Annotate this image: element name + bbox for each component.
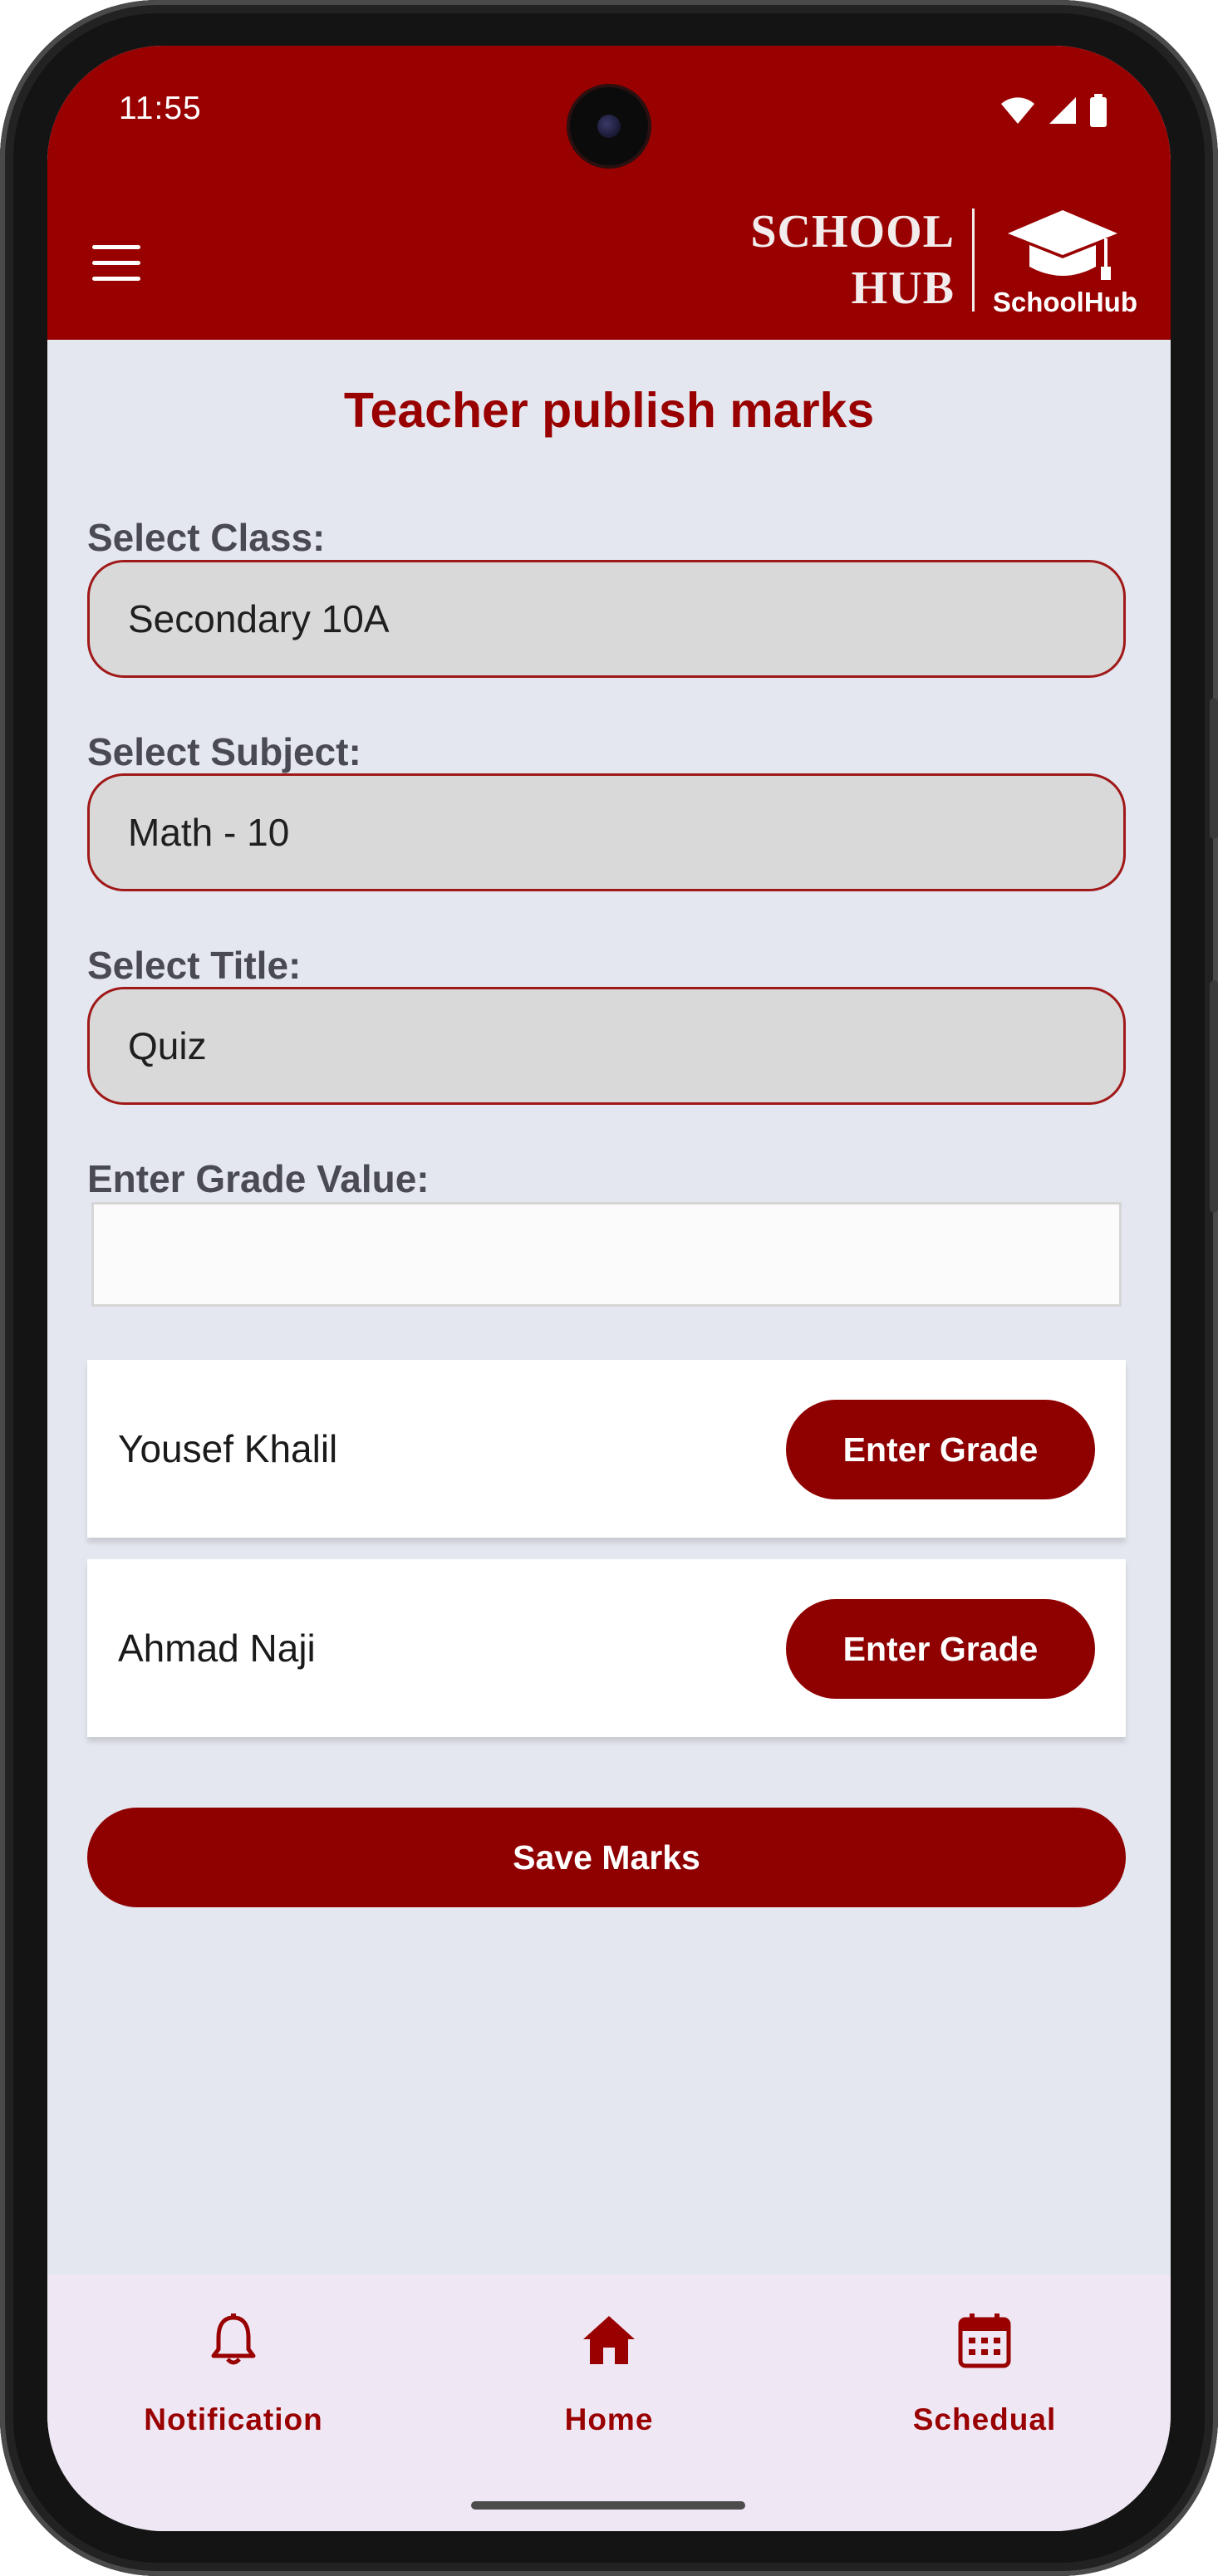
app-bar: 11:55 SCHOOL HUB SchoolHub — [47, 46, 1171, 340]
power-button — [1210, 698, 1218, 839]
logo-brand-text: SchoolHub — [992, 287, 1137, 317]
graduation-cap-icon — [1008, 210, 1117, 280]
subject-select-value: Math - 10 — [128, 811, 290, 854]
signal-icon — [1049, 97, 1076, 124]
phone-frame: 11:55 SCHOOL HUB SchoolHub Teacher publi… — [0, 0, 1218, 2576]
nav-label-notification: Notification — [144, 2402, 323, 2436]
menu-icon[interactable] — [92, 245, 142, 287]
class-label: Select Class: — [87, 516, 326, 559]
subject-select[interactable]: Math - 10 — [87, 773, 1126, 891]
bell-icon — [211, 2313, 256, 2365]
nav-item-schedual[interactable]: Schedual — [818, 2274, 1151, 2490]
class-select-value: Secondary 10A — [128, 597, 390, 640]
title-select[interactable]: Quiz — [87, 987, 1126, 1105]
grade-value-label: Enter Grade Value: — [87, 1157, 430, 1200]
title-label: Select Title: — [87, 944, 302, 987]
bottom-navigation: Notification Home Schedual — [47, 2274, 1171, 2531]
title-select-value: Quiz — [128, 1024, 207, 1067]
status-icons — [999, 94, 1107, 127]
volume-button — [1210, 980, 1218, 1213]
home-indicator[interactable] — [471, 2501, 745, 2510]
wifi-icon — [1001, 97, 1034, 124]
grade-value-input[interactable] — [91, 1202, 1122, 1307]
enter-grade-button[interactable]: Enter Grade — [786, 1599, 1095, 1699]
app-screen: 11:55 SCHOOL HUB SchoolHub Teacher publi… — [47, 46, 1171, 2531]
logo-divider — [972, 209, 975, 312]
schoolhub-logo: SCHOOL HUB SchoolHub — [750, 204, 1154, 320]
front-camera — [570, 87, 648, 165]
student-name: Yousef Khalil — [118, 1427, 338, 1470]
enter-grade-button[interactable]: Enter Grade — [786, 1400, 1095, 1499]
logo-wordmark: SCHOOL HUB — [750, 204, 955, 316]
save-marks-button[interactable]: Save Marks — [87, 1808, 1126, 1907]
page-title: Teacher publish marks — [343, 383, 875, 438]
home-icon — [583, 2316, 635, 2364]
nav-label-schedual: Schedual — [912, 2402, 1057, 2436]
logo-line-2: HUB — [851, 263, 955, 314]
student-name: Ahmad Naji — [118, 1627, 316, 1670]
class-select[interactable]: Secondary 10A — [87, 560, 1126, 678]
nav-label-home: Home — [564, 2402, 654, 2436]
subject-label: Select Subject: — [87, 730, 361, 773]
battery-icon — [1090, 94, 1107, 127]
calendar-icon — [958, 2313, 1011, 2368]
nav-item-notification[interactable]: Notification — [67, 2274, 400, 2490]
status-time: 11:55 — [119, 91, 202, 126]
logo-line-1: SCHOOL — [750, 206, 955, 258]
student-row: Yousef Khalil Enter Grade — [87, 1360, 1126, 1538]
student-row: Ahmad Naji Enter Grade — [87, 1559, 1126, 1737]
nav-item-home[interactable]: Home — [443, 2274, 775, 2490]
